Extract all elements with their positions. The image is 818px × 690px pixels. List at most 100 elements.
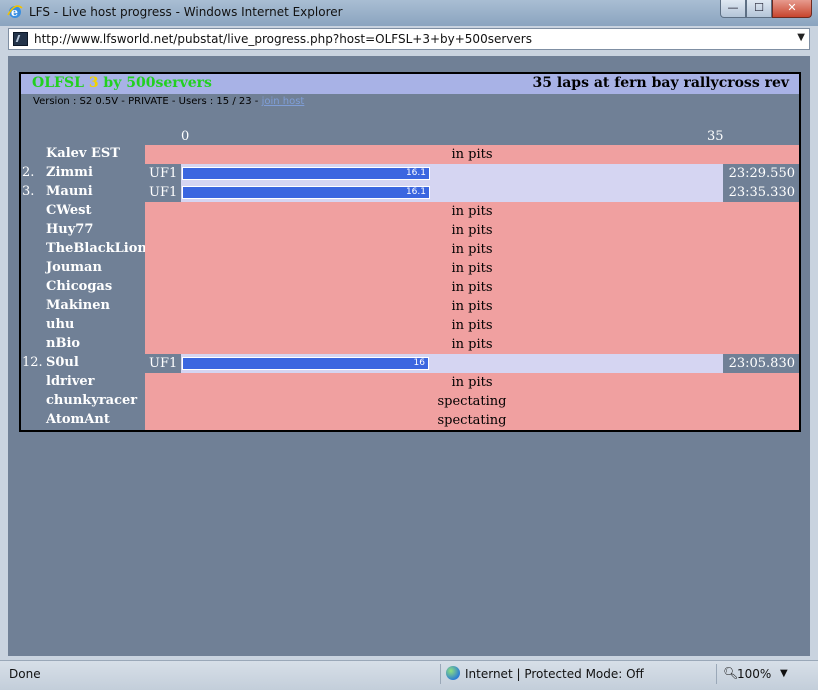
driver-name: S0ul [46, 355, 79, 370]
driver-name: nBio [46, 336, 81, 351]
driver-status: in pits [451, 299, 493, 314]
security-zone[interactable]: Internet | Protected Mode: Off [465, 667, 644, 681]
driver-row: nBio in pits [21, 335, 799, 354]
driver-time: 23:29.550 [723, 164, 799, 183]
version-line: Version : S2 0.5V - PRIVATE - Users : 15… [33, 96, 304, 107]
maximize-button[interactable]: ☐ [746, 0, 772, 18]
driver-position: 3. [22, 184, 35, 199]
join-host-link[interactable]: join host [262, 96, 305, 107]
driver-name: Chicogas [46, 279, 113, 294]
panel-header: OLFSL 3 by 500servers 35 laps at fern ba… [21, 74, 799, 94]
address-url[interactable]: http://www.lfsworld.net/pubstat/live_pro… [34, 32, 532, 46]
driver-status-cell: in pits [145, 240, 799, 259]
driver-status-cell: spectating [145, 411, 799, 430]
driver-name: Jouman [46, 260, 102, 275]
driver-row: chunkyracer spectating [21, 392, 799, 411]
status-bar: Done Internet | Protected Mode: Off 🔍︎ 1… [0, 660, 818, 690]
driver-status: spectating [437, 394, 507, 409]
driver-status-cell: in pits [145, 221, 799, 240]
driver-name: chunkyracer [46, 393, 138, 408]
driver-row: TheBlackLion in pits [21, 240, 799, 259]
driver-status: in pits [451, 375, 493, 390]
lap-progress-bar: 16 [182, 357, 429, 370]
page-content: OLFSL 3 by 500servers 35 laps at fern ba… [8, 56, 810, 656]
close-button[interactable]: ✕ [772, 0, 812, 18]
driver-row: CWest in pits [21, 202, 799, 221]
driver-status-cell: in pits [145, 335, 799, 354]
lap-progress-bar: 16.1 [182, 186, 430, 199]
lap-scale-end: 35 [707, 129, 724, 144]
driver-status: in pits [451, 223, 493, 238]
zoom-dropdown-icon[interactable]: ▼ [780, 668, 788, 679]
driver-name: uhu [46, 317, 75, 332]
driver-position: 2. [22, 165, 35, 180]
zoom-level[interactable]: 100% [737, 667, 771, 681]
lap-progress-track: 16.1 [181, 183, 723, 202]
driver-list: Kalev EST in pits 2. Zimmi UF1 16.1 23:29.550 3… [21, 145, 799, 430]
driver-name: Zimmi [46, 165, 93, 180]
driver-name: AtomAnt [46, 412, 110, 427]
race-info: 35 laps at fern bay rallycross rev [532, 75, 789, 91]
driver-row: 3. Mauni UF1 16.1 23:35.330 [21, 183, 799, 202]
driver-status: in pits [451, 261, 493, 276]
driver-name: ldriver [46, 374, 95, 389]
server-name: OLFSL 3 by 500servers [32, 75, 212, 91]
window-title-bar: e LFS - Live host progress - Windows Int… [0, 0, 818, 26]
driver-status-cell: in pits [145, 259, 799, 278]
lap-progress-track: 16.1 [181, 164, 723, 183]
driver-row: AtomAnt spectating [21, 411, 799, 430]
driver-status-cell: in pits [145, 202, 799, 221]
driver-status: spectating [437, 413, 507, 428]
status-divider [716, 664, 717, 684]
driver-status-cell: in pits [145, 145, 799, 164]
driver-status-cell: spectating [145, 392, 799, 411]
driver-status-cell: in pits [145, 373, 799, 392]
driver-row: Chicogas in pits [21, 278, 799, 297]
driver-name: CWest [46, 203, 92, 218]
driver-name: Kalev EST [46, 146, 120, 161]
driver-status: in pits [451, 280, 493, 295]
lap-scale-start: 0 [181, 129, 190, 144]
driver-name: Mauni [46, 184, 93, 199]
driver-row: Kalev EST in pits [21, 145, 799, 164]
version-text: Version : S2 0.5V - PRIVATE - Users : 15… [33, 96, 262, 107]
live-progress-panel: OLFSL 3 by 500servers 35 laps at fern ba… [19, 72, 801, 432]
driver-time: 23:35.330 [723, 183, 799, 202]
server-name-part-2: by 500servers [98, 75, 212, 91]
lap-progress-label: 16.1 [405, 168, 426, 178]
driver-row: 2. Zimmi UF1 16.1 23:29.550 [21, 164, 799, 183]
driver-name: Huy77 [46, 222, 94, 237]
driver-car: UF1 [145, 164, 181, 183]
driver-car: UF1 [145, 354, 181, 373]
server-name-number: 3 [88, 75, 99, 91]
driver-status: in pits [451, 147, 493, 162]
driver-row: Huy77 in pits [21, 221, 799, 240]
driver-time: 23:05.830 [723, 354, 799, 373]
driver-name: Makinen [46, 298, 110, 313]
window-title: LFS - Live host progress - Windows Inter… [29, 5, 343, 19]
driver-name: TheBlackLion [46, 241, 147, 256]
magnifier-icon[interactable]: 🔍︎ [723, 666, 738, 680]
driver-car: UF1 [145, 183, 181, 202]
minimize-button[interactable]: — [720, 0, 746, 18]
lap-progress-bar: 16.1 [182, 167, 430, 180]
driver-status: in pits [451, 242, 493, 257]
driver-status: in pits [451, 318, 493, 333]
address-dropdown-icon[interactable]: ▼ [797, 32, 805, 43]
status-divider [440, 664, 441, 684]
driver-status: in pits [451, 204, 493, 219]
lfsworld-favicon-icon [13, 32, 28, 46]
address-bar[interactable]: http://www.lfsworld.net/pubstat/live_pro… [8, 28, 810, 50]
internet-explorer-icon: e [7, 5, 23, 19]
status-text: Done [9, 667, 41, 681]
driver-row: 12. S0ul UF1 16 23:05.830 [21, 354, 799, 373]
driver-position: 12. [22, 355, 43, 370]
lap-progress-label: 16 [413, 358, 425, 368]
server-name-part-1: OLFSL [32, 75, 89, 91]
driver-row: uhu in pits [21, 316, 799, 335]
driver-status-cell: in pits [145, 297, 799, 316]
globe-icon[interactable] [446, 666, 460, 680]
driver-row: Jouman in pits [21, 259, 799, 278]
driver-row: Makinen in pits [21, 297, 799, 316]
lap-progress-label: 16.1 [405, 187, 426, 197]
